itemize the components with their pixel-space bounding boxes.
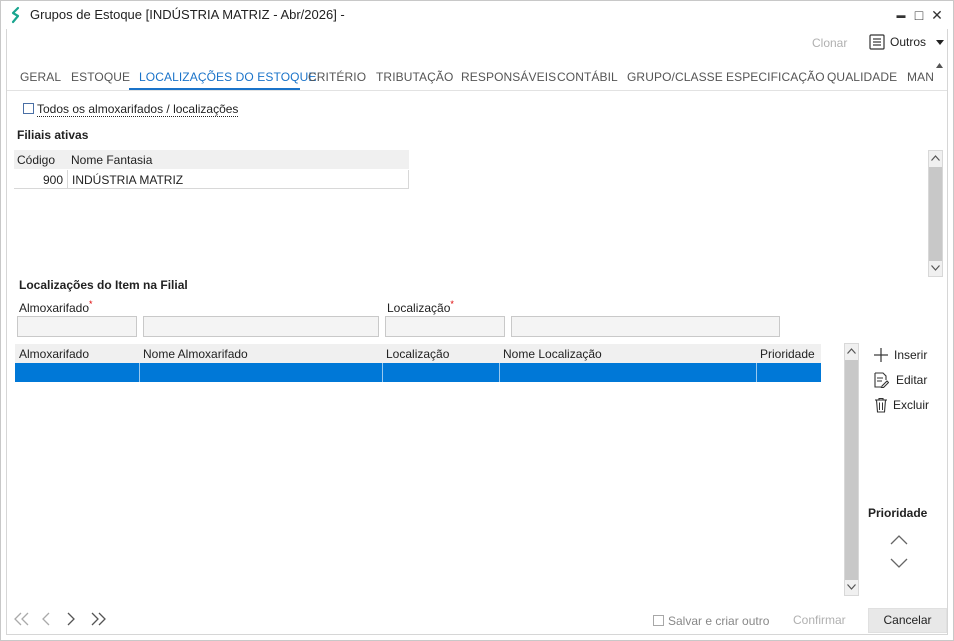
salvar-criar-outro-label[interactable]: Salvar e criar outro: [668, 614, 769, 628]
scroll-thumb[interactable]: [845, 360, 858, 580]
localizacao-name-field[interactable]: [511, 316, 780, 337]
tab-localizacoes-do-estoque[interactable]: LOCALIZAÇÕES DO ESTOQUE: [139, 70, 316, 84]
localizacao-label: Localização*: [387, 299, 454, 315]
cell-divider: [756, 363, 757, 382]
next-record-icon[interactable]: [66, 612, 76, 626]
inserir-label: Inserir: [894, 348, 928, 362]
editar-label: Editar: [896, 373, 928, 387]
scroll-down-icon[interactable]: [845, 581, 858, 594]
cancelar-button[interactable]: Cancelar: [868, 608, 947, 633]
cell-divider: [382, 363, 383, 382]
all-locations-label[interactable]: Todos os almoxarifados / localizações: [37, 102, 239, 117]
column-header-localizacao[interactable]: Localização: [386, 347, 449, 361]
tab-estoque[interactable]: ESTOQUE: [71, 70, 130, 84]
edit-icon: [874, 372, 889, 388]
chevron-down-icon: [936, 40, 944, 45]
scroll-up-icon[interactable]: [929, 152, 942, 165]
column-header-codigo[interactable]: Código: [17, 153, 55, 167]
localizacoes-scrollbar[interactable]: [844, 343, 859, 596]
filiais-scrollbar[interactable]: [928, 150, 943, 277]
tab-contabil[interactable]: CONTÁBIL: [557, 70, 618, 84]
prioridade-title: Prioridade: [868, 506, 928, 520]
cell-divider: [67, 170, 68, 189]
column-header-prioridade[interactable]: Prioridade: [760, 347, 815, 361]
almoxarifado-name-field[interactable]: [143, 316, 379, 337]
salvar-criar-outro-checkbox[interactable]: [653, 615, 664, 626]
scroll-up-icon[interactable]: [845, 345, 858, 358]
tab-criterio[interactable]: CRITÉRIO: [308, 70, 366, 84]
cell-divider: [499, 363, 500, 382]
minimize-icon: ▬: [896, 10, 906, 20]
localizacao-code-field[interactable]: [385, 316, 505, 337]
almoxarifado-label: Almoxarifado*: [19, 299, 93, 315]
outros-menu-button[interactable]: Outros: [869, 33, 947, 53]
table-row[interactable]: [15, 363, 821, 382]
inserir-button[interactable]: Inserir: [873, 346, 937, 364]
outros-label: Outros: [890, 35, 927, 49]
tab-qualidade[interactable]: QUALIDADE: [827, 70, 897, 84]
last-record-icon[interactable]: [88, 612, 108, 626]
column-header-nome-localizacao[interactable]: Nome Localização: [503, 347, 602, 361]
list-menu-icon: [869, 34, 885, 50]
close-icon: ✕: [931, 7, 943, 23]
scroll-down-icon[interactable]: [929, 262, 942, 275]
tab-geral[interactable]: GERAL: [20, 70, 61, 84]
localizacoes-grid-header: Almoxarifado Nome Almoxarifado Localizaç…: [15, 344, 821, 363]
excluir-button[interactable]: Excluir: [873, 396, 937, 414]
tab-tributacao[interactable]: TRIBUTAÇÃO: [376, 70, 453, 84]
previous-record-icon[interactable]: [41, 612, 51, 626]
tab-man[interactable]: MAN: [907, 70, 934, 84]
window: Grupos de Estoque [INDÚSTRIA MATRIZ - Ab…: [0, 0, 954, 641]
tab-grupo-classe[interactable]: GRUPO/CLASSE: [627, 70, 723, 84]
filial-codigo: 900: [42, 173, 63, 187]
column-header-nome-almoxarifado[interactable]: Nome Almoxarifado: [143, 347, 248, 361]
almoxarifado-code-field[interactable]: [17, 316, 137, 337]
window-title: Grupos de Estoque [INDÚSTRIA MATRIZ - Ab…: [30, 7, 345, 22]
clonar-button[interactable]: Clonar: [812, 36, 847, 50]
column-header-nome-fantasia[interactable]: Nome Fantasia: [71, 153, 152, 167]
filiais-title: Filiais ativas: [17, 128, 89, 142]
priority-down-icon[interactable]: [890, 558, 908, 569]
filiais-grid-header: Código Nome Fantasia: [14, 150, 409, 169]
cell-divider: [139, 363, 140, 382]
excluir-label: Excluir: [893, 398, 930, 412]
localizacoes-title: Localizações do Item na Filial: [19, 278, 188, 292]
close-button[interactable]: ✕: [925, 5, 949, 25]
tab-responsaveis[interactable]: RESPONSÁVEIS: [461, 70, 556, 84]
all-locations-checkbox[interactable]: [23, 103, 34, 114]
column-header-almoxarifado[interactable]: Almoxarifado: [19, 347, 89, 361]
table-row[interactable]: 900 INDÚSTRIA MATRIZ: [14, 170, 409, 189]
plus-icon: [874, 348, 888, 362]
trash-icon: [875, 397, 887, 413]
editar-button[interactable]: Editar: [873, 371, 937, 389]
priority-up-icon[interactable]: [890, 534, 908, 545]
confirmar-button[interactable]: Confirmar: [793, 613, 846, 627]
title-bar: Grupos de Estoque [INDÚSTRIA MATRIZ - Ab…: [1, 1, 953, 29]
maximize-icon: □: [914, 7, 924, 23]
scroll-thumb[interactable]: [929, 167, 942, 261]
tab-especificacao[interactable]: ESPECIFICAÇÃO: [726, 70, 825, 84]
app-logo-icon: [11, 6, 20, 24]
filial-nome: INDÚSTRIA MATRIZ: [72, 173, 184, 187]
tabs-overflow-icon[interactable]: [936, 63, 943, 68]
first-record-icon[interactable]: [12, 612, 32, 626]
tab-divider: [7, 90, 947, 91]
